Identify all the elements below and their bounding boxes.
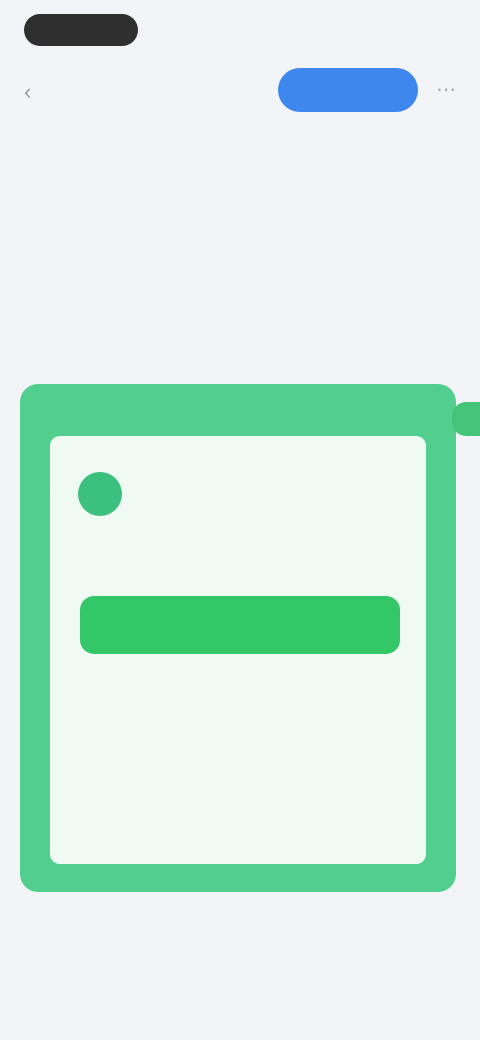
card-side-tab[interactable] — [452, 402, 480, 436]
card-action-button[interactable] — [80, 596, 400, 654]
primary-cta-button[interactable] — [278, 68, 418, 112]
chevron-left-icon[interactable]: ‹ — [24, 80, 48, 104]
top-nav: ‹ ⋯ — [0, 66, 480, 118]
status-time-pill — [24, 14, 138, 46]
article-body — [24, 128, 454, 150]
more-icon[interactable]: ⋯ — [432, 78, 460, 102]
app-logo-icon — [78, 472, 122, 516]
status-bar — [0, 0, 480, 60]
